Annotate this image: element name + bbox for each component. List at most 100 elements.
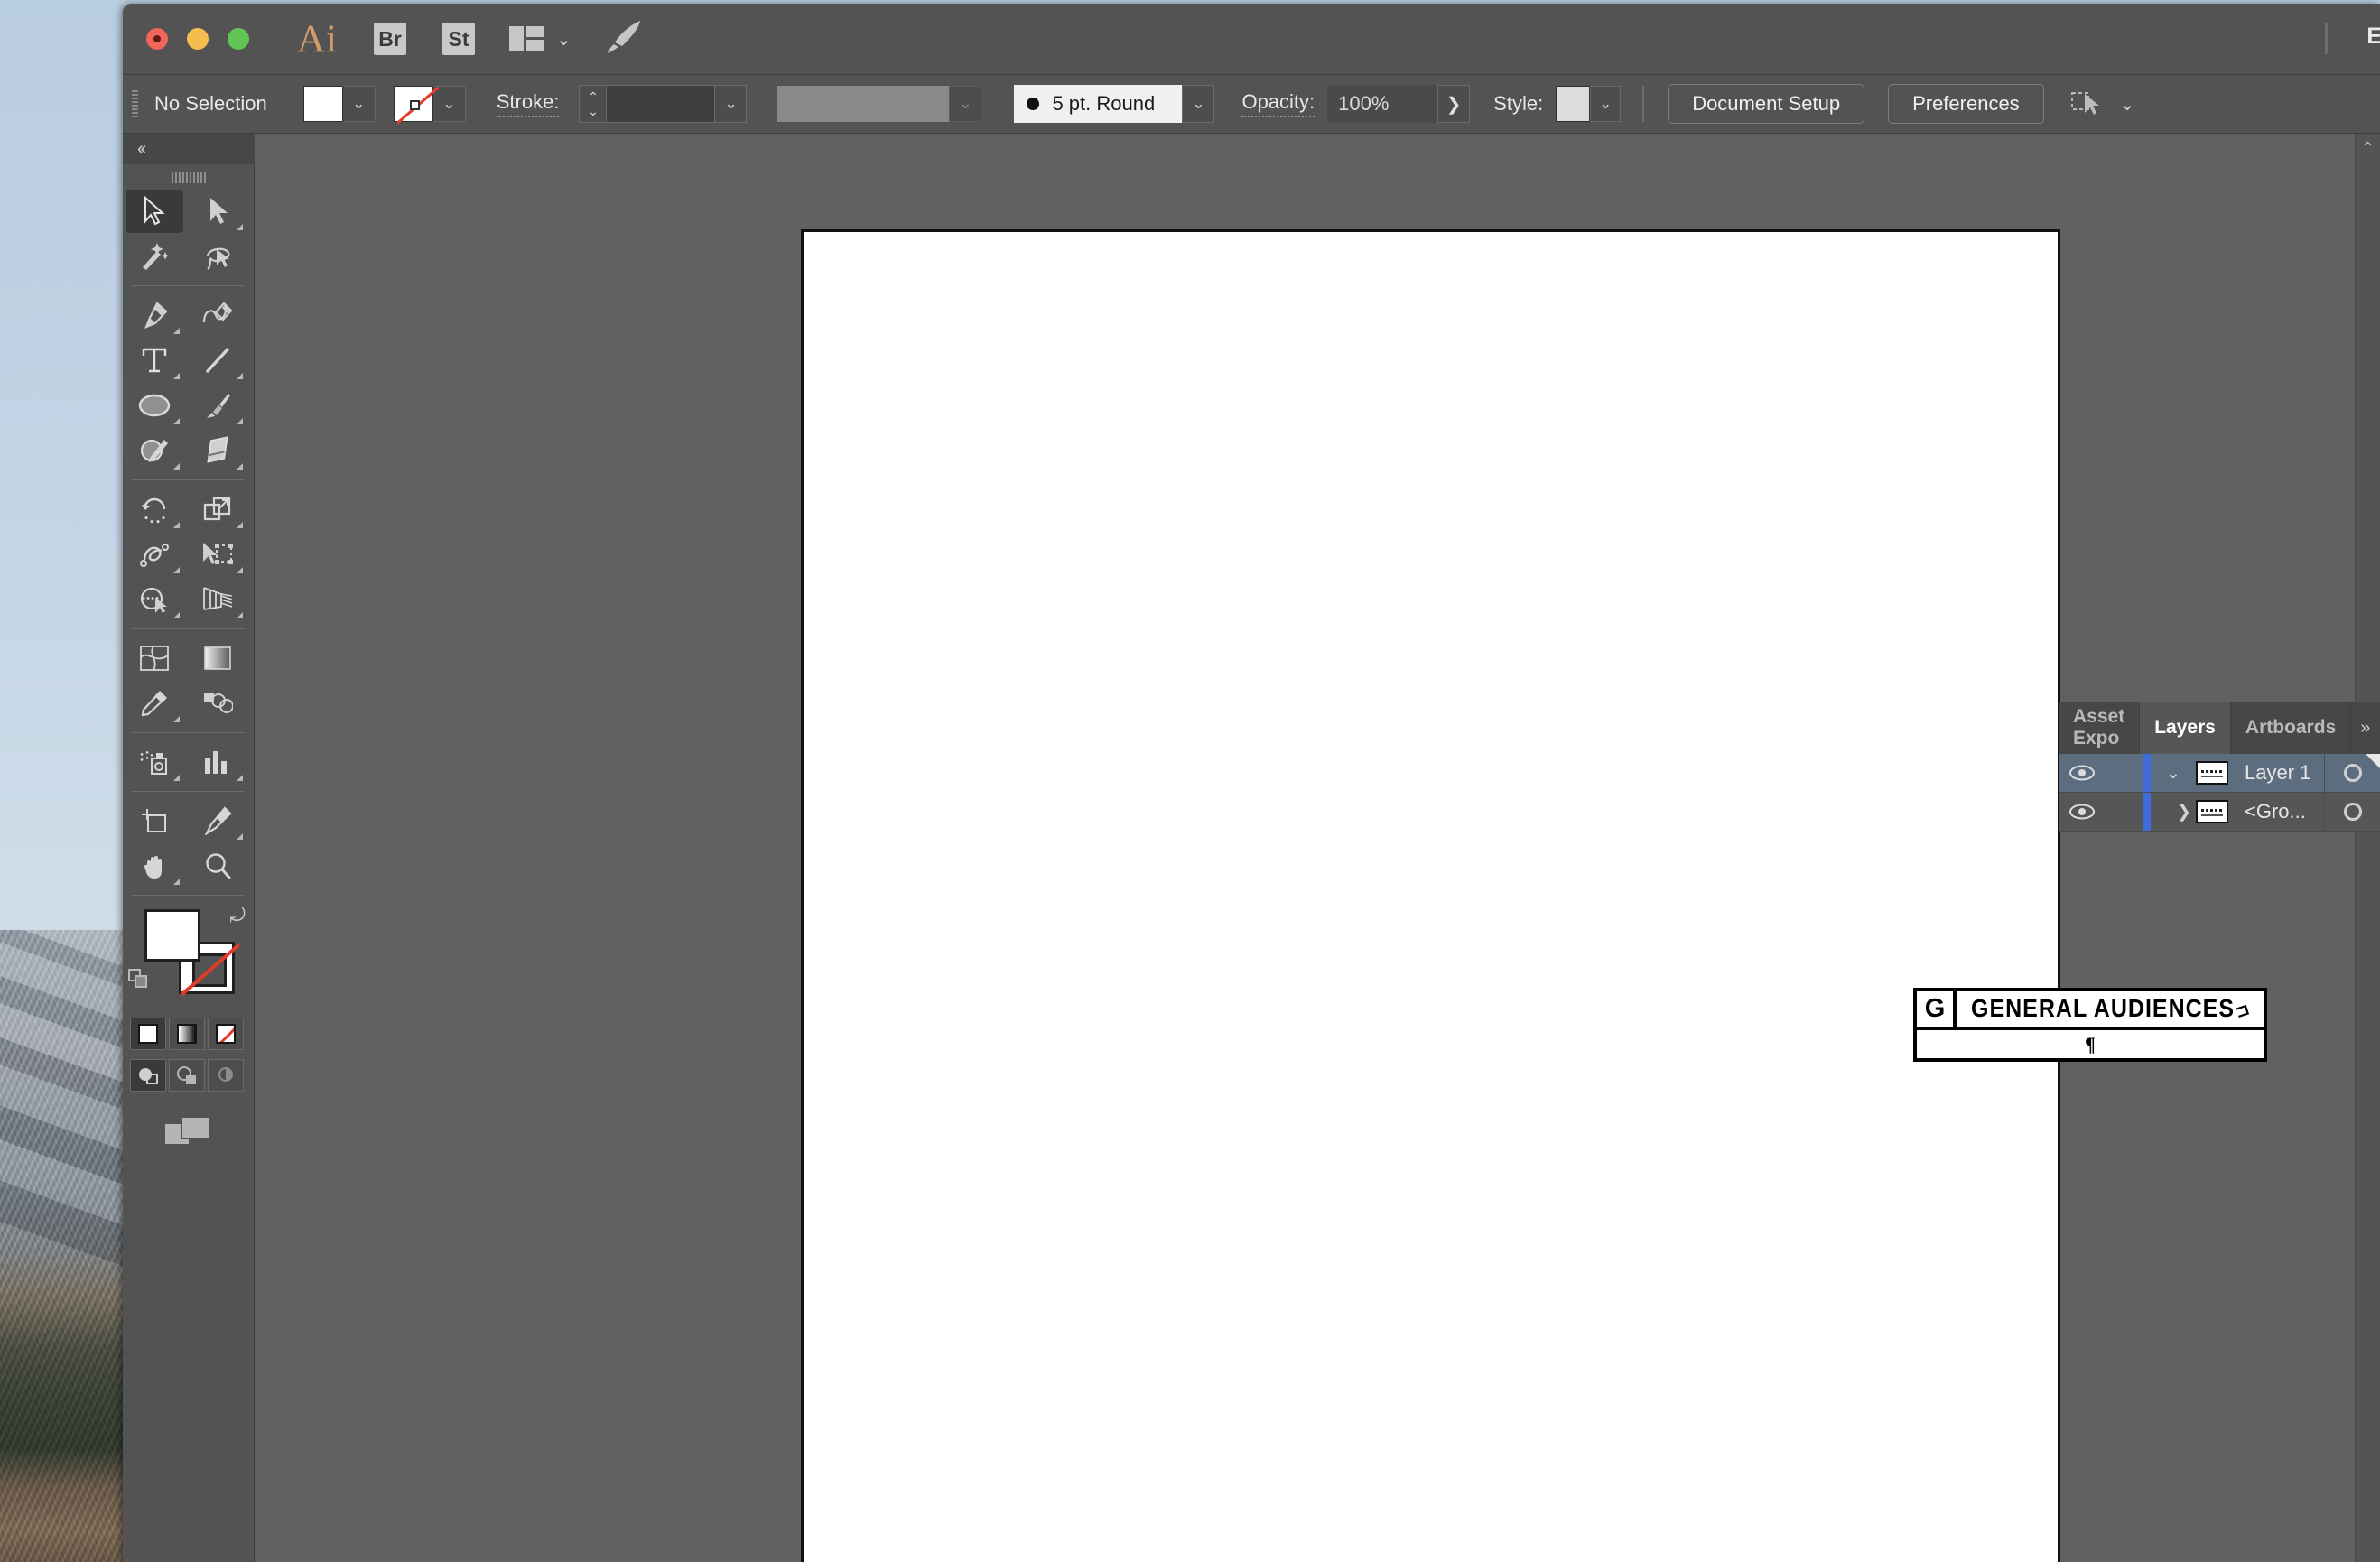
visibility-eye-icon[interactable] <box>2059 764 2106 782</box>
draw-inside-button[interactable] <box>208 1059 244 1092</box>
selection-tool[interactable] <box>126 190 183 233</box>
column-graph-tool[interactable] <box>189 740 246 784</box>
fill-dropdown-icon[interactable]: ⌄ <box>342 86 376 122</box>
tab-layers[interactable]: Layers <box>2140 702 2231 754</box>
opacity-label[interactable]: Opacity: <box>1241 90 1316 117</box>
rocket-icon[interactable] <box>604 19 646 60</box>
paintbrush-tool[interactable] <box>189 384 246 427</box>
rotate-tool[interactable] <box>126 488 183 531</box>
lock-toggle[interactable] <box>2106 793 2143 831</box>
control-bar-grip[interactable] <box>132 90 138 117</box>
minimize-window-button[interactable] <box>187 28 209 50</box>
overflow-chevron-icon[interactable]: » <box>2360 718 2370 739</box>
default-fill-stroke-icon[interactable] <box>128 969 150 990</box>
change-screen-mode-button[interactable] <box>123 1111 254 1149</box>
slice-tool[interactable] <box>189 799 246 842</box>
color-mode-button[interactable] <box>130 1018 166 1050</box>
stroke-color-swatch[interactable] <box>393 86 433 122</box>
fill-color-control[interactable] <box>144 909 200 962</box>
brush-dropdown-icon[interactable]: ⌄ <box>1182 85 1215 123</box>
brush-definition-value[interactable]: 5 pt. Round <box>1014 85 1183 123</box>
arrange-documents-icon[interactable] <box>509 26 544 51</box>
opacity-expand-icon[interactable]: ❯ <box>1437 85 1471 123</box>
layer-name[interactable]: <Gro... <box>2228 800 2324 823</box>
expand-chevron-down-icon[interactable]: ⌄ <box>2151 763 2196 784</box>
artboard-tool[interactable] <box>126 799 183 842</box>
toolbar-divider <box>132 732 245 733</box>
align-chevron-down-icon[interactable]: ⌄ <box>2120 93 2135 116</box>
stroke-weight-dropdown-icon[interactable]: ⌄ <box>714 85 748 123</box>
direct-selection-tool[interactable] <box>189 190 246 233</box>
layer-color-indicator <box>2143 793 2151 831</box>
swap-fill-stroke-icon[interactable]: ⤾ <box>230 906 246 927</box>
pen-tool[interactable] <box>126 293 183 337</box>
perspective-grid-tool[interactable] <box>189 578 246 621</box>
blend-tool[interactable] <box>189 682 246 725</box>
tools-panel-wrapper: ‹‹ ⤾ <box>123 134 255 1562</box>
artboard[interactable]: G GENERAL AUDIENCES ⊐ ¶ <box>801 229 2267 1562</box>
magic-wand-tool[interactable] <box>126 235 183 278</box>
width-tool[interactable] <box>126 533 183 576</box>
toolbar-collapse-button[interactable]: ‹‹ <box>123 134 255 164</box>
stroke-dropdown-icon[interactable]: ⌄ <box>432 86 466 122</box>
shape-builder-tool[interactable] <box>126 578 183 621</box>
maximize-window-button[interactable] <box>228 28 249 50</box>
visibility-eye-icon[interactable] <box>2059 803 2106 821</box>
line-segment-tool[interactable] <box>189 339 246 382</box>
mountain-landscape-image <box>0 930 135 1562</box>
canvas-vertical-scrollbar[interactable]: ⌃ <box>2355 134 2380 1562</box>
graphic-style-swatch[interactable] <box>1556 86 1591 122</box>
style-dropdown-icon[interactable]: ⌄ <box>1590 86 1622 122</box>
stroke-weight-input[interactable] <box>606 85 715 123</box>
opacity-input[interactable]: 100% <box>1327 85 1438 123</box>
rating-text: GENERAL AUDIENCES <box>1971 994 2236 1023</box>
toolbar-grip[interactable] <box>123 164 254 189</box>
control-bar: No Selection ⌄ ⌄ Stroke: ⌃ ⌄ ⌄ ⌄ 5 pt. Ro… <box>123 74 2380 134</box>
draw-normal-button[interactable] <box>130 1059 166 1092</box>
scroll-up-icon[interactable]: ⌃ <box>2356 134 2380 158</box>
document-canvas[interactable]: G GENERAL AUDIENCES ⊐ ¶ ⌃ <box>255 134 2380 1562</box>
stroke-label[interactable]: Stroke: <box>496 90 560 117</box>
gradient-mode-button[interactable] <box>169 1018 205 1050</box>
close-window-button[interactable] <box>146 28 168 50</box>
lasso-tool[interactable] <box>189 235 246 278</box>
tab-asset-export[interactable]: Asset Expo <box>2059 702 2141 754</box>
workspace-label[interactable]: E <box>2366 23 2380 50</box>
free-transform-tool[interactable] <box>189 533 246 576</box>
color-mode-buttons <box>130 1018 246 1050</box>
expand-chevron-right-icon[interactable]: ❯ <box>2151 802 2196 823</box>
mesh-tool[interactable] <box>126 637 183 680</box>
arrange-chevron-down-icon[interactable]: ⌄ <box>556 28 572 51</box>
draw-behind-button[interactable] <box>169 1059 205 1092</box>
none-mode-button[interactable] <box>208 1018 244 1050</box>
align-to-selection-icon[interactable] <box>2070 89 2107 118</box>
eyedropper-tool[interactable] <box>126 682 183 725</box>
symbol-sprayer-tool[interactable] <box>126 740 183 784</box>
eraser-tool[interactable] <box>189 429 246 472</box>
gradient-tool[interactable] <box>189 637 246 680</box>
scale-tool[interactable] <box>189 488 246 531</box>
variable-width-profile-field[interactable] <box>777 86 950 122</box>
stroke-weight-stepper[interactable]: ⌃ ⌄ <box>579 85 607 123</box>
tab-artboards[interactable]: Artboards <box>2231 702 2352 754</box>
zoom-tool[interactable] <box>189 844 246 888</box>
bridge-icon[interactable]: Br <box>374 23 406 55</box>
variable-width-dropdown-icon[interactable]: ⌄ <box>949 86 982 122</box>
target-circle-icon[interactable] <box>2324 793 2380 831</box>
preferences-button[interactable]: Preferences <box>1888 84 2044 124</box>
layer-color-indicator <box>2143 754 2151 792</box>
layer-name[interactable]: Layer 1 <box>2228 761 2324 785</box>
ellipse-tool[interactable] <box>126 384 183 427</box>
hand-tool[interactable] <box>126 844 183 888</box>
layer-row-group[interactable]: ❯ <Gro... <box>2059 793 2380 832</box>
lock-toggle[interactable] <box>2106 754 2143 792</box>
toolbar-divider <box>132 791 245 792</box>
type-tool[interactable] <box>126 339 183 382</box>
curvature-tool[interactable] <box>189 293 246 337</box>
shaper-tool[interactable] <box>126 429 183 472</box>
layer-row-layer-1[interactable]: ⌄ Layer 1 <box>2059 754 2380 793</box>
document-setup-button[interactable]: Document Setup <box>1668 84 1865 124</box>
rating-label-artwork[interactable]: G GENERAL AUDIENCES ⊐ ¶ <box>1913 988 2267 1062</box>
fill-color-swatch[interactable] <box>302 86 343 122</box>
stock-icon[interactable]: St <box>442 23 475 55</box>
